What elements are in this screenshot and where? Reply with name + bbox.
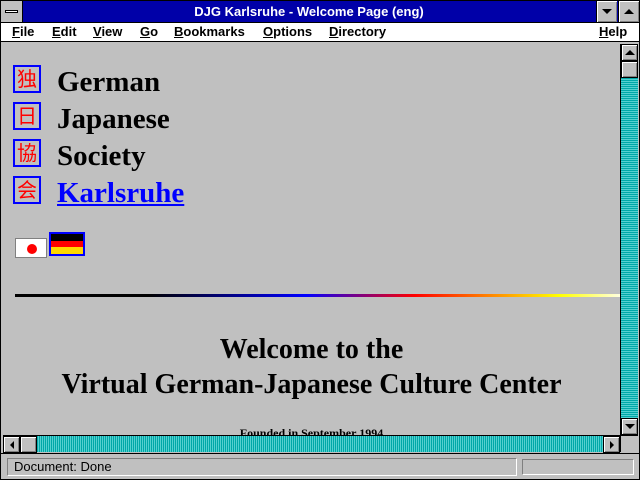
scroll-right-button[interactable] (603, 436, 620, 453)
menu-help[interactable]: Help (599, 24, 627, 39)
browser-window: DJG Karlsruhe - Welcome Page (eng) File … (0, 0, 640, 480)
scroll-down-icon (624, 424, 635, 429)
welcome-heading-line2: Virtual German-Japanese Culture Center (61, 369, 562, 400)
progress-indicator (522, 459, 634, 475)
heading-society: Society (57, 140, 146, 172)
maximize-button[interactable] (618, 1, 639, 22)
welcome-heading-line1: Welcome to the (219, 334, 404, 365)
gradient-divider (15, 294, 620, 297)
germany-flag-red (51, 240, 83, 248)
germany-flag-gold (51, 247, 83, 254)
menu-go[interactable]: Go (140, 24, 158, 39)
scrollbar-corner (620, 435, 638, 452)
system-menu-icon (5, 10, 18, 13)
kanji-nichi: 日 (13, 102, 41, 130)
menu-bar: File Edit View Go Bookmarks Options Dire… (1, 23, 639, 42)
japan-flag-sun (27, 244, 37, 254)
heading-japanese: Japanese (57, 103, 170, 135)
founded-text: Founded in September 1994 (239, 426, 384, 435)
scroll-up-icon (624, 50, 635, 55)
maximize-icon (624, 9, 634, 14)
scroll-right-icon (609, 440, 614, 449)
scroll-left-button[interactable] (3, 436, 20, 453)
menu-directory[interactable]: Directory (329, 24, 386, 39)
minimize-button[interactable] (596, 1, 617, 22)
kanji-kai: 会 (13, 176, 41, 204)
heading-german: German (57, 66, 161, 98)
status-bar: Document: Done (1, 453, 639, 479)
menu-file[interactable]: File (12, 24, 34, 39)
menu-bookmarks[interactable]: Bookmarks (174, 24, 245, 39)
minimize-icon (602, 9, 612, 14)
page-content: 独 日 協 会 German Japanese Society Karlsruh… (3, 44, 620, 435)
japan-flag-icon[interactable] (15, 238, 47, 258)
kanji-kyou: 協 (13, 139, 41, 167)
scroll-down-button[interactable] (621, 418, 638, 435)
germany-flag-black (51, 234, 83, 241)
menu-edit[interactable]: Edit (52, 24, 77, 39)
vertical-scrollbar[interactable] (620, 44, 638, 435)
scroll-up-button[interactable] (621, 44, 638, 61)
horizontal-scrollbar[interactable] (3, 435, 620, 453)
status-text: Document: Done (7, 458, 517, 476)
horizontal-scroll-thumb[interactable] (20, 436, 37, 453)
system-menu-button[interactable] (1, 1, 23, 22)
title-bar[interactable]: DJG Karlsruhe - Welcome Page (eng) (1, 1, 639, 23)
karlsruhe-link[interactable]: Karlsruhe (57, 177, 184, 210)
kanji-doku: 独 (13, 65, 41, 93)
menu-view[interactable]: View (93, 24, 122, 39)
scroll-left-icon (9, 440, 14, 449)
window-title: DJG Karlsruhe - Welcome Page (eng) (194, 4, 424, 19)
menu-options[interactable]: Options (263, 24, 312, 39)
vertical-scroll-thumb[interactable] (621, 61, 638, 78)
germany-flag-icon[interactable] (49, 232, 85, 256)
